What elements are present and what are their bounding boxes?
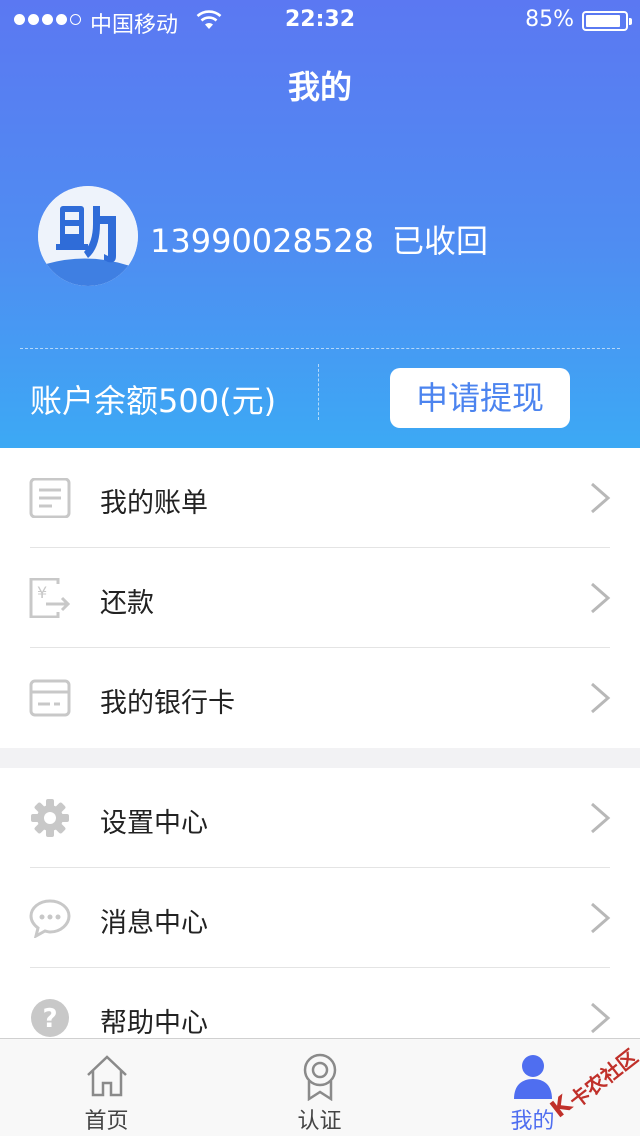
menu-group-support: 设置中心 消息中心 ? 帮助中心 <box>0 768 640 1038</box>
vertical-divider <box>318 364 319 420</box>
page-title: 我的 <box>287 68 352 106</box>
bill-icon <box>29 478 71 518</box>
menu-item-settings[interactable]: 设置中心 <box>0 768 640 868</box>
chevron-right-icon <box>591 582 611 614</box>
tab-label: 首页 <box>84 1109 129 1134</box>
menu-label: 帮助中心 <box>100 1008 208 1038</box>
battery-icon <box>582 11 632 31</box>
chevron-right-icon <box>591 902 611 934</box>
svg-text:?: ? <box>42 1004 57 1034</box>
menu-item-messages[interactable]: 消息中心 <box>0 868 640 968</box>
menu-label: 设置中心 <box>100 808 208 839</box>
account-balance: 账户余额500(元) <box>30 382 277 420</box>
chevron-right-icon <box>591 482 611 514</box>
profile-card: 13990028528 已收回 账户余额500(元) 申请提现 <box>0 128 640 448</box>
tab-label: 认证 <box>297 1109 342 1134</box>
withdraw-button[interactable]: 申请提现 <box>390 368 570 428</box>
menu-label: 还款 <box>100 588 154 619</box>
menu-label: 消息中心 <box>100 908 208 939</box>
status-bar: 中国移动 22:32 85% <box>0 0 640 40</box>
menu-label: 我的账单 <box>100 488 208 519</box>
chevron-right-icon <box>591 682 611 714</box>
gear-icon <box>31 799 69 837</box>
tab-home[interactable]: 首页 <box>0 1039 213 1136</box>
zhu-logo-icon[interactable] <box>38 186 138 286</box>
menu-item-bank-card[interactable]: 我的银行卡 <box>0 648 640 748</box>
battery-percent: 85% <box>525 7 574 32</box>
bank-card-icon <box>29 679 71 717</box>
menu-item-help[interactable]: ? 帮助中心 <box>0 968 640 1038</box>
message-icon <box>29 899 71 938</box>
tab-certification[interactable]: 认证 <box>213 1039 426 1136</box>
account-info: 13990028528 已收回 <box>150 216 488 262</box>
help-icon: ? <box>31 999 69 1037</box>
menu-group-finance: 我的账单 ¥ 还款 我的银行卡 <box>0 448 640 748</box>
loan-status: 已收回 <box>391 222 488 260</box>
chevron-right-icon <box>591 802 611 834</box>
repayment-icon: ¥ <box>29 578 71 618</box>
certification-icon <box>303 1053 336 1101</box>
menu-label: 我的银行卡 <box>100 688 235 719</box>
svg-text:¥: ¥ <box>37 583 47 602</box>
profile-header: 中国移动 22:32 85% 我的 13990028528 已收回 账户余额50… <box>0 0 640 448</box>
dashed-divider <box>20 348 620 349</box>
chevron-right-icon <box>591 1002 611 1034</box>
home-icon <box>86 1055 127 1097</box>
menu-item-bills[interactable]: 我的账单 <box>0 448 640 548</box>
phone-number: 13990028528 <box>150 222 374 260</box>
menu-item-repayment[interactable]: ¥ 还款 <box>0 548 640 648</box>
